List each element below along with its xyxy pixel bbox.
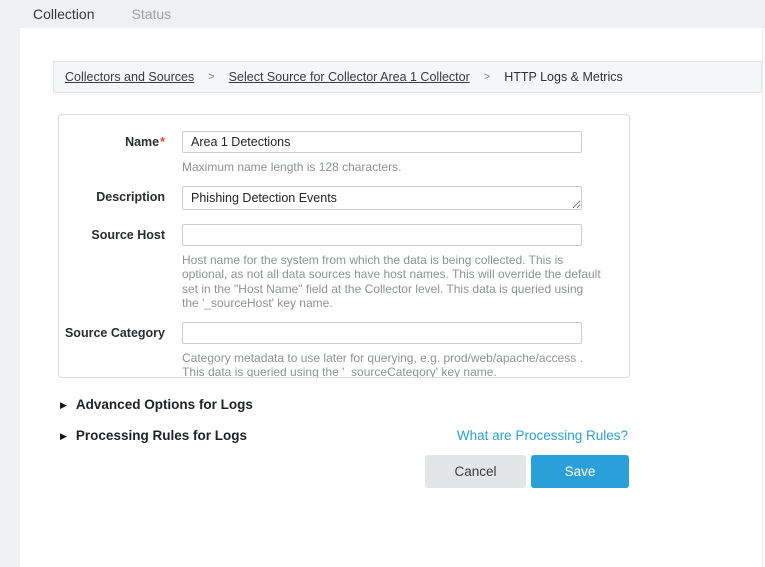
processing-rules-help-link[interactable]: What are Processing Rules? — [457, 428, 628, 443]
cancel-button[interactable]: Cancel — [425, 455, 526, 488]
right-edge-divider — [762, 28, 763, 567]
name-row: Name* Maximum name length is 128 charact… — [59, 131, 629, 174]
save-button[interactable]: Save — [531, 455, 629, 488]
name-label: Name* — [59, 131, 165, 174]
source-category-row: Source Category Category metadata to use… — [59, 322, 629, 378]
breadcrumb-select-source[interactable]: Select Source for Collector Area 1 Colle… — [229, 70, 470, 84]
collapsed-triangle-icon: ▶ — [60, 400, 67, 410]
advanced-options-label: Advanced Options for Logs — [76, 397, 253, 412]
source-host-input[interactable] — [182, 224, 582, 246]
form-actions: Cancel Save — [425, 455, 629, 488]
name-helper-text: Maximum name length is 128 characters. — [182, 160, 602, 174]
breadcrumb: Collectors and Sources > Select Source f… — [53, 61, 762, 93]
tab-bar: Collection Status — [0, 0, 765, 28]
section-processing-rules[interactable]: ▶ Processing Rules for Logs — [60, 428, 247, 443]
required-asterisk: * — [160, 135, 165, 149]
breadcrumb-separator: > — [484, 71, 490, 83]
breadcrumb-current-page: HTTP Logs & Metrics — [504, 70, 623, 84]
source-category-input[interactable] — [182, 322, 582, 344]
tab-status[interactable]: Status — [131, 6, 171, 22]
source-host-helper-text: Host name for the system from which the … — [182, 253, 602, 310]
left-gutter — [0, 28, 20, 567]
processing-rules-label: Processing Rules for Logs — [76, 428, 247, 443]
description-label: Description — [59, 186, 165, 215]
description-row: Description Phishing Detection Events — [59, 186, 629, 215]
name-input[interactable] — [182, 131, 582, 153]
section-advanced-options[interactable]: ▶ Advanced Options for Logs — [60, 397, 253, 412]
source-category-helper-text: Category metadata to use later for query… — [182, 351, 602, 378]
tab-collection[interactable]: Collection — [33, 6, 94, 22]
source-config-panel: Name* Maximum name length is 128 charact… — [58, 114, 630, 378]
breadcrumb-separator: > — [208, 71, 214, 83]
source-host-label: Source Host — [59, 224, 165, 310]
collapsed-triangle-icon: ▶ — [60, 431, 67, 441]
breadcrumb-collectors-and-sources[interactable]: Collectors and Sources — [65, 70, 194, 84]
source-category-label: Source Category — [59, 322, 165, 378]
source-host-row: Source Host Host name for the system fro… — [59, 224, 629, 310]
description-textarea[interactable]: Phishing Detection Events — [182, 186, 582, 210]
name-label-text: Name — [125, 135, 159, 149]
